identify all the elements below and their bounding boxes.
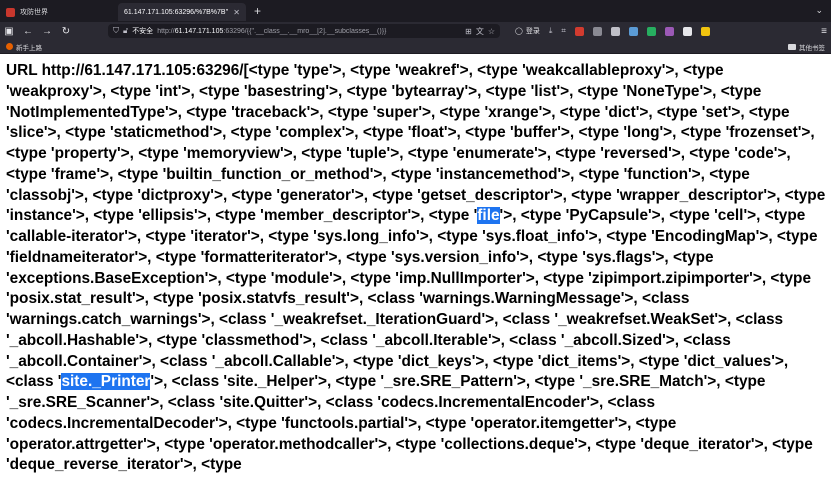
extension-icon[interactable] <box>664 26 674 36</box>
new-tab-icon[interactable]: + <box>254 4 261 18</box>
tab-title: 61.147.171.105:63296/%7B%7B''. <box>124 8 229 16</box>
account-button[interactable]: ◯ 登录 <box>515 26 540 36</box>
page-action-icon[interactable]: ⊞ <box>465 27 472 36</box>
screenshot-icon[interactable]: ⌗ <box>561 26 566 36</box>
sidebar-toggle-icon[interactable]: ▣ <box>4 26 14 37</box>
reload-icon[interactable]: ↻ <box>61 26 71 37</box>
extension-icon[interactable] <box>646 26 656 36</box>
url-host: 61.147.171.105 <box>174 27 224 35</box>
other-bookmarks-label: 其他书签 <box>799 44 825 52</box>
bookmark-label: 新手上路 <box>16 44 42 52</box>
tab-title: 攻防世界 <box>20 9 48 16</box>
extensions-area: ◯ 登录 ⤓ ⌗ <box>515 26 710 36</box>
account-icon: ◯ <box>515 28 523 35</box>
response-text: '>, <type 'PyCapsule'>, <type 'cell'>, <… <box>6 207 818 391</box>
extension-icon[interactable] <box>700 26 710 36</box>
back-icon[interactable]: ← <box>23 26 33 37</box>
list-tabs-icon[interactable]: ⌄ <box>815 5 823 16</box>
site-favicon-icon <box>6 7 15 17</box>
navigation-toolbar: ▣ ← → ↻ ⛉ 🔓︎ 不安全 http://61.147.171.105:6… <box>0 22 831 40</box>
url-path: :63296/{{''.__class__.__mro__[2].__subcl… <box>223 27 387 35</box>
forward-icon[interactable]: → <box>42 26 52 37</box>
close-tab-icon[interactable]: ✕ <box>233 8 240 17</box>
response-text: URL http://61.147.171.105:63296/[<type '… <box>6 62 826 225</box>
downloads-icon[interactable]: ⤓ <box>549 26 553 36</box>
insecure-label: 不安全 <box>132 28 154 35</box>
url-text[interactable]: http://61.147.171.105:63296/{{''.__class… <box>157 28 461 35</box>
tab-gongfang[interactable]: 攻防世界 <box>0 3 118 21</box>
bookmarks-toolbar: 新手上路 其他书签 <box>0 40 831 54</box>
folder-icon <box>788 43 796 50</box>
extension-icon[interactable] <box>574 26 584 36</box>
shield-icon[interactable]: ⛉ <box>113 26 119 36</box>
extension-icon[interactable] <box>610 26 620 36</box>
tab-current[interactable]: 61.147.171.105:63296/%7B%7B''. ✕ <box>118 3 246 21</box>
url-scheme: http:// <box>157 27 175 35</box>
bookmark-star-icon[interactable]: ☆ <box>488 27 495 36</box>
page-content: URL http://61.147.171.105:63296/[<type '… <box>6 61 828 492</box>
selected-text-file: file <box>477 207 500 225</box>
translate-icon[interactable]: 文 <box>476 26 484 37</box>
extension-icon[interactable] <box>592 26 602 36</box>
bookmark-item[interactable]: 新手上路 <box>6 42 42 52</box>
menu-icon[interactable]: ≡ <box>821 26 827 37</box>
other-bookmarks[interactable]: 其他书签 <box>788 42 825 52</box>
extension-icon[interactable] <box>628 26 638 36</box>
extension-icon[interactable] <box>682 26 692 36</box>
tab-bar: 攻防世界 61.147.171.105:63296/%7B%7B''. ✕ + … <box>0 0 831 22</box>
login-label: 登录 <box>525 28 540 35</box>
firefox-icon <box>6 43 13 50</box>
selected-text-printer: site._Printer <box>61 373 151 391</box>
insecure-lock-icon[interactable]: 🔓︎ <box>123 26 128 36</box>
address-bar[interactable]: ⛉ 🔓︎ 不安全 http://61.147.171.105:63296/{{'… <box>108 24 500 38</box>
